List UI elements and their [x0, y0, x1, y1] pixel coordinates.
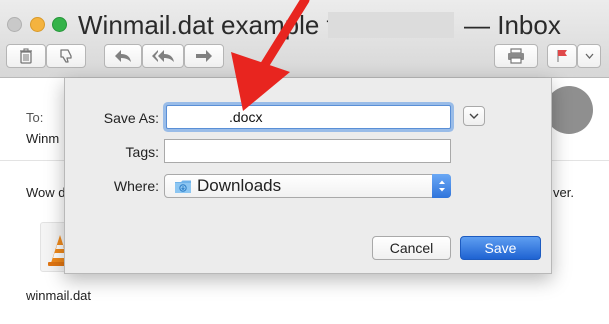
red-arrow-icon — [231, 0, 310, 111]
